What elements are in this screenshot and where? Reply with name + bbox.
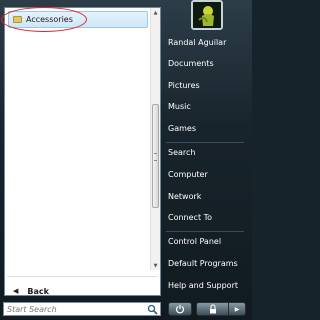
highlight-annotation	[1, 7, 87, 32]
shutdown-options-button[interactable]: ▶	[229, 302, 246, 316]
documents-link[interactable]: Documents	[168, 57, 214, 71]
lock-icon	[209, 304, 216, 314]
back-label: Back	[27, 286, 49, 296]
search-link[interactable]: Search	[168, 146, 195, 160]
computer-link[interactable]: Computer	[168, 168, 208, 182]
divider	[166, 231, 244, 232]
default-programs-link[interactable]: Default Programs	[168, 257, 238, 271]
grip-icon	[154, 153, 157, 161]
help-and-support-link[interactable]: Help and Support	[168, 279, 238, 293]
search-box[interactable]	[3, 302, 161, 316]
search-icon[interactable]	[147, 304, 158, 315]
scroll-up-icon[interactable]: ▲	[151, 8, 160, 17]
divider	[7, 276, 157, 277]
start-menu: Accessories ▲ ▼ ◀ Back Start Search Rand…	[0, 0, 252, 320]
control-panel-link[interactable]: Control Panel	[168, 235, 221, 249]
chevron-right-icon: ▶	[234, 305, 240, 313]
avatar[interactable]	[191, 0, 223, 30]
music-link[interactable]: Music	[168, 100, 191, 114]
power-icon	[175, 304, 185, 314]
games-link[interactable]: Games	[168, 122, 196, 136]
power-button[interactable]	[168, 302, 192, 316]
scroll-down-icon[interactable]: ▼	[151, 261, 160, 270]
scrollbar[interactable]: ▲ ▼	[150, 8, 160, 270]
pictures-link[interactable]: Pictures	[168, 79, 200, 93]
back-button[interactable]: ◀ Back	[7, 284, 157, 298]
user-name-link[interactable]: Randal Aguilar	[168, 36, 226, 50]
divider	[166, 142, 244, 143]
search-input[interactable]	[4, 303, 147, 315]
lock-button[interactable]	[196, 302, 229, 316]
all-programs-list: Accessories ▲ ▼ ◀ Back	[1, 7, 161, 298]
scroll-thumb[interactable]	[152, 104, 159, 208]
network-link[interactable]: Network	[168, 190, 201, 204]
connect-to-link[interactable]: Connect To	[168, 211, 212, 225]
back-arrow-icon: ◀	[13, 287, 19, 295]
